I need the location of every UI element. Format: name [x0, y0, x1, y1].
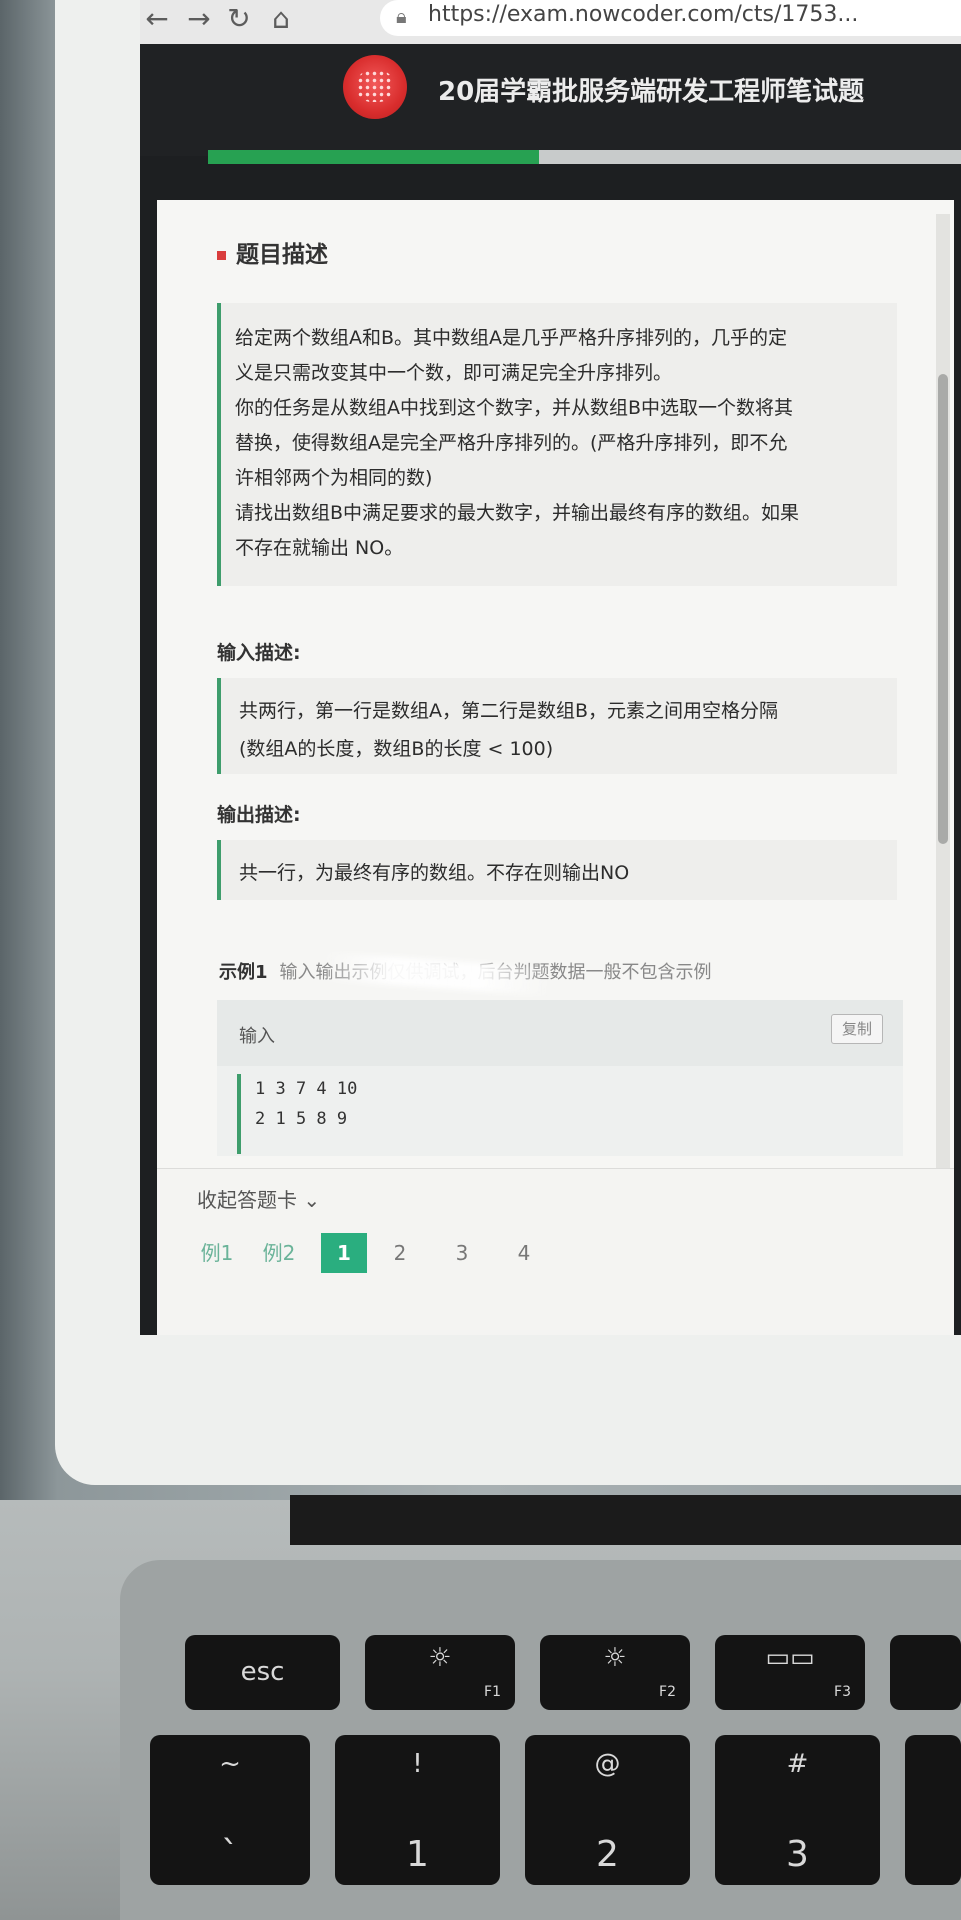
output-description: 共一行，为最终有序的数组。不存在则输出NO — [217, 840, 897, 900]
url-text: https://exam.nowcoder.com/cts/1753... — [428, 2, 859, 27]
reload-icon[interactable]: ↻ — [222, 2, 256, 36]
f3-key-label: F3 — [834, 1684, 851, 1700]
description-line: 请找出数组B中满足要求的最大数字，并输出最终有序的数组。如果 — [235, 502, 800, 524]
title-marker — [217, 251, 226, 260]
output-line: 共一行，为最终有序的数组。不存在则输出NO — [239, 862, 630, 884]
key-2-top: @ — [594, 1749, 621, 1779]
problem-description: 给定两个数组A和B。其中数组A是几乎严格升序排列的，几乎的定 义是只需改变其中一… — [217, 303, 897, 586]
input-line: 共两行，第一行是数组A，第二行是数组B，元素之间用空格分隔 — [239, 700, 779, 722]
key-1-bottom: 1 — [406, 1834, 429, 1875]
address-bar[interactable]: 🔒︎ https://exam.nowcoder.com/cts/1753... — [380, 0, 961, 36]
key-2[interactable]: @2 — [525, 1735, 690, 1885]
scrollbar-thumb[interactable] — [938, 374, 948, 844]
example-input-body: 1 3 7 4 10 2 1 5 8 9 — [217, 1066, 903, 1156]
input-description-label: 输入描述: — [217, 642, 301, 664]
tilde-key[interactable]: ~ ` — [150, 1735, 310, 1885]
question-nav-item-3[interactable]: 3 — [449, 1233, 475, 1273]
f1-key[interactable]: ☼ F1 — [365, 1635, 515, 1710]
copy-button[interactable]: 复制 — [831, 1014, 883, 1044]
key-3[interactable]: #3 — [715, 1735, 880, 1885]
key-1[interactable]: ! 1 — [335, 1735, 500, 1885]
f2-key-label: F2 — [659, 1684, 676, 1700]
description-line: 给定两个数组A和B。其中数组A是几乎严格升序排列的，几乎的定 — [235, 327, 788, 349]
brightness-down-icon: ☼ — [428, 1643, 452, 1673]
mission-control-icon: ▭▭ — [765, 1643, 815, 1673]
key-4[interactable] — [905, 1735, 961, 1885]
description-line: 许相邻两个为相同的数) — [235, 467, 433, 489]
f1-key-label: F1 — [484, 1684, 501, 1700]
tilde-key-top: ~ — [219, 1749, 241, 1779]
question-nav-item-1[interactable]: 1 — [321, 1233, 367, 1273]
description-line: 不存在就输出 NO。 — [235, 537, 404, 559]
question-nav-item-example-2[interactable]: 例2 — [259, 1233, 299, 1273]
answer-card-bar: 收起答题卡 ⌄ 例1 例2 1 2 3 4 — [157, 1168, 954, 1335]
question-nav-item-2[interactable]: 2 — [387, 1233, 413, 1273]
question-nav-item-4[interactable]: 4 — [511, 1233, 537, 1273]
exam-progress-bar — [208, 150, 961, 164]
back-arrow-icon[interactable]: ← — [140, 2, 174, 36]
collapse-answer-card-button[interactable]: 收起答题卡 ⌄ — [197, 1184, 320, 1213]
lock-icon: 🔒︎ — [396, 4, 407, 28]
description-line: 替换，使得数组A是完全严格升序排列的。(严格升序排列，即不允 — [235, 432, 788, 454]
nowcoder-logo-icon — [343, 55, 407, 119]
laptop-hinge — [290, 1495, 961, 1545]
f4-key[interactable] — [890, 1635, 961, 1710]
key-1-top: ! — [412, 1749, 423, 1779]
laptop-screen: ← → ↻ ⌂ 🔒︎ https://exam.nowcoder.com/cts… — [140, 0, 961, 1335]
brightness-up-icon: ☼ — [603, 1643, 627, 1673]
key-3-bottom: 3 — [786, 1834, 809, 1875]
description-line: 你的任务是从数组A中找到这个数字，并从数组B中选取一个数将其 — [235, 397, 794, 419]
tilde-key-bottom: ` — [221, 1834, 239, 1875]
problem-page: 题目描述 给定两个数组A和B。其中数组A是几乎严格升序排列的，几乎的定 义是只需… — [157, 200, 954, 1335]
f2-key[interactable]: ☼ F2 — [540, 1635, 690, 1710]
key-2-bottom: 2 — [596, 1834, 619, 1875]
esc-key[interactable]: esc — [185, 1635, 340, 1710]
page-scrollbar[interactable] — [936, 214, 950, 1198]
forward-arrow-icon[interactable]: → — [182, 2, 216, 36]
key-3-top: # — [786, 1749, 809, 1779]
input-description: 共两行，第一行是数组A，第二行是数组B，元素之间用空格分隔 (数组A的长度，数组… — [217, 678, 897, 774]
input-line: (数组A的长度，数组B的长度 < 100) — [239, 738, 554, 760]
example-input-code: 1 3 7 4 10 2 1 5 8 9 — [237, 1074, 757, 1154]
site-header: 20届学霸批服务端研发工程师笔试题 — [140, 44, 961, 164]
home-icon[interactable]: ⌂ — [264, 2, 298, 36]
description-line: 义是只需改变其中一个数，即可满足完全升序排列。 — [235, 362, 673, 384]
question-nav-item-example-1[interactable]: 例1 — [197, 1233, 237, 1273]
esc-key-label: esc — [240, 1657, 285, 1687]
example-input-label: 输入 — [239, 1026, 275, 1047]
example-label: 示例1 — [219, 962, 268, 983]
output-description-label: 输出描述: — [217, 804, 301, 826]
code-line: 2 1 5 8 9 — [255, 1109, 348, 1129]
f3-key[interactable]: ▭▭ F3 — [715, 1635, 865, 1710]
section-title-text: 题目描述 — [236, 242, 328, 268]
browser-toolbar: ← → ↻ ⌂ 🔒︎ https://exam.nowcoder.com/cts… — [140, 0, 961, 45]
code-line: 1 3 7 4 10 — [255, 1079, 358, 1099]
example-input-header: 输入 复制 — [217, 1000, 903, 1066]
exam-title: 20届学霸批服务端研发工程师笔试题 — [438, 77, 865, 107]
exam-progress-fill — [208, 150, 540, 164]
section-title: 题目描述 — [217, 235, 328, 269]
